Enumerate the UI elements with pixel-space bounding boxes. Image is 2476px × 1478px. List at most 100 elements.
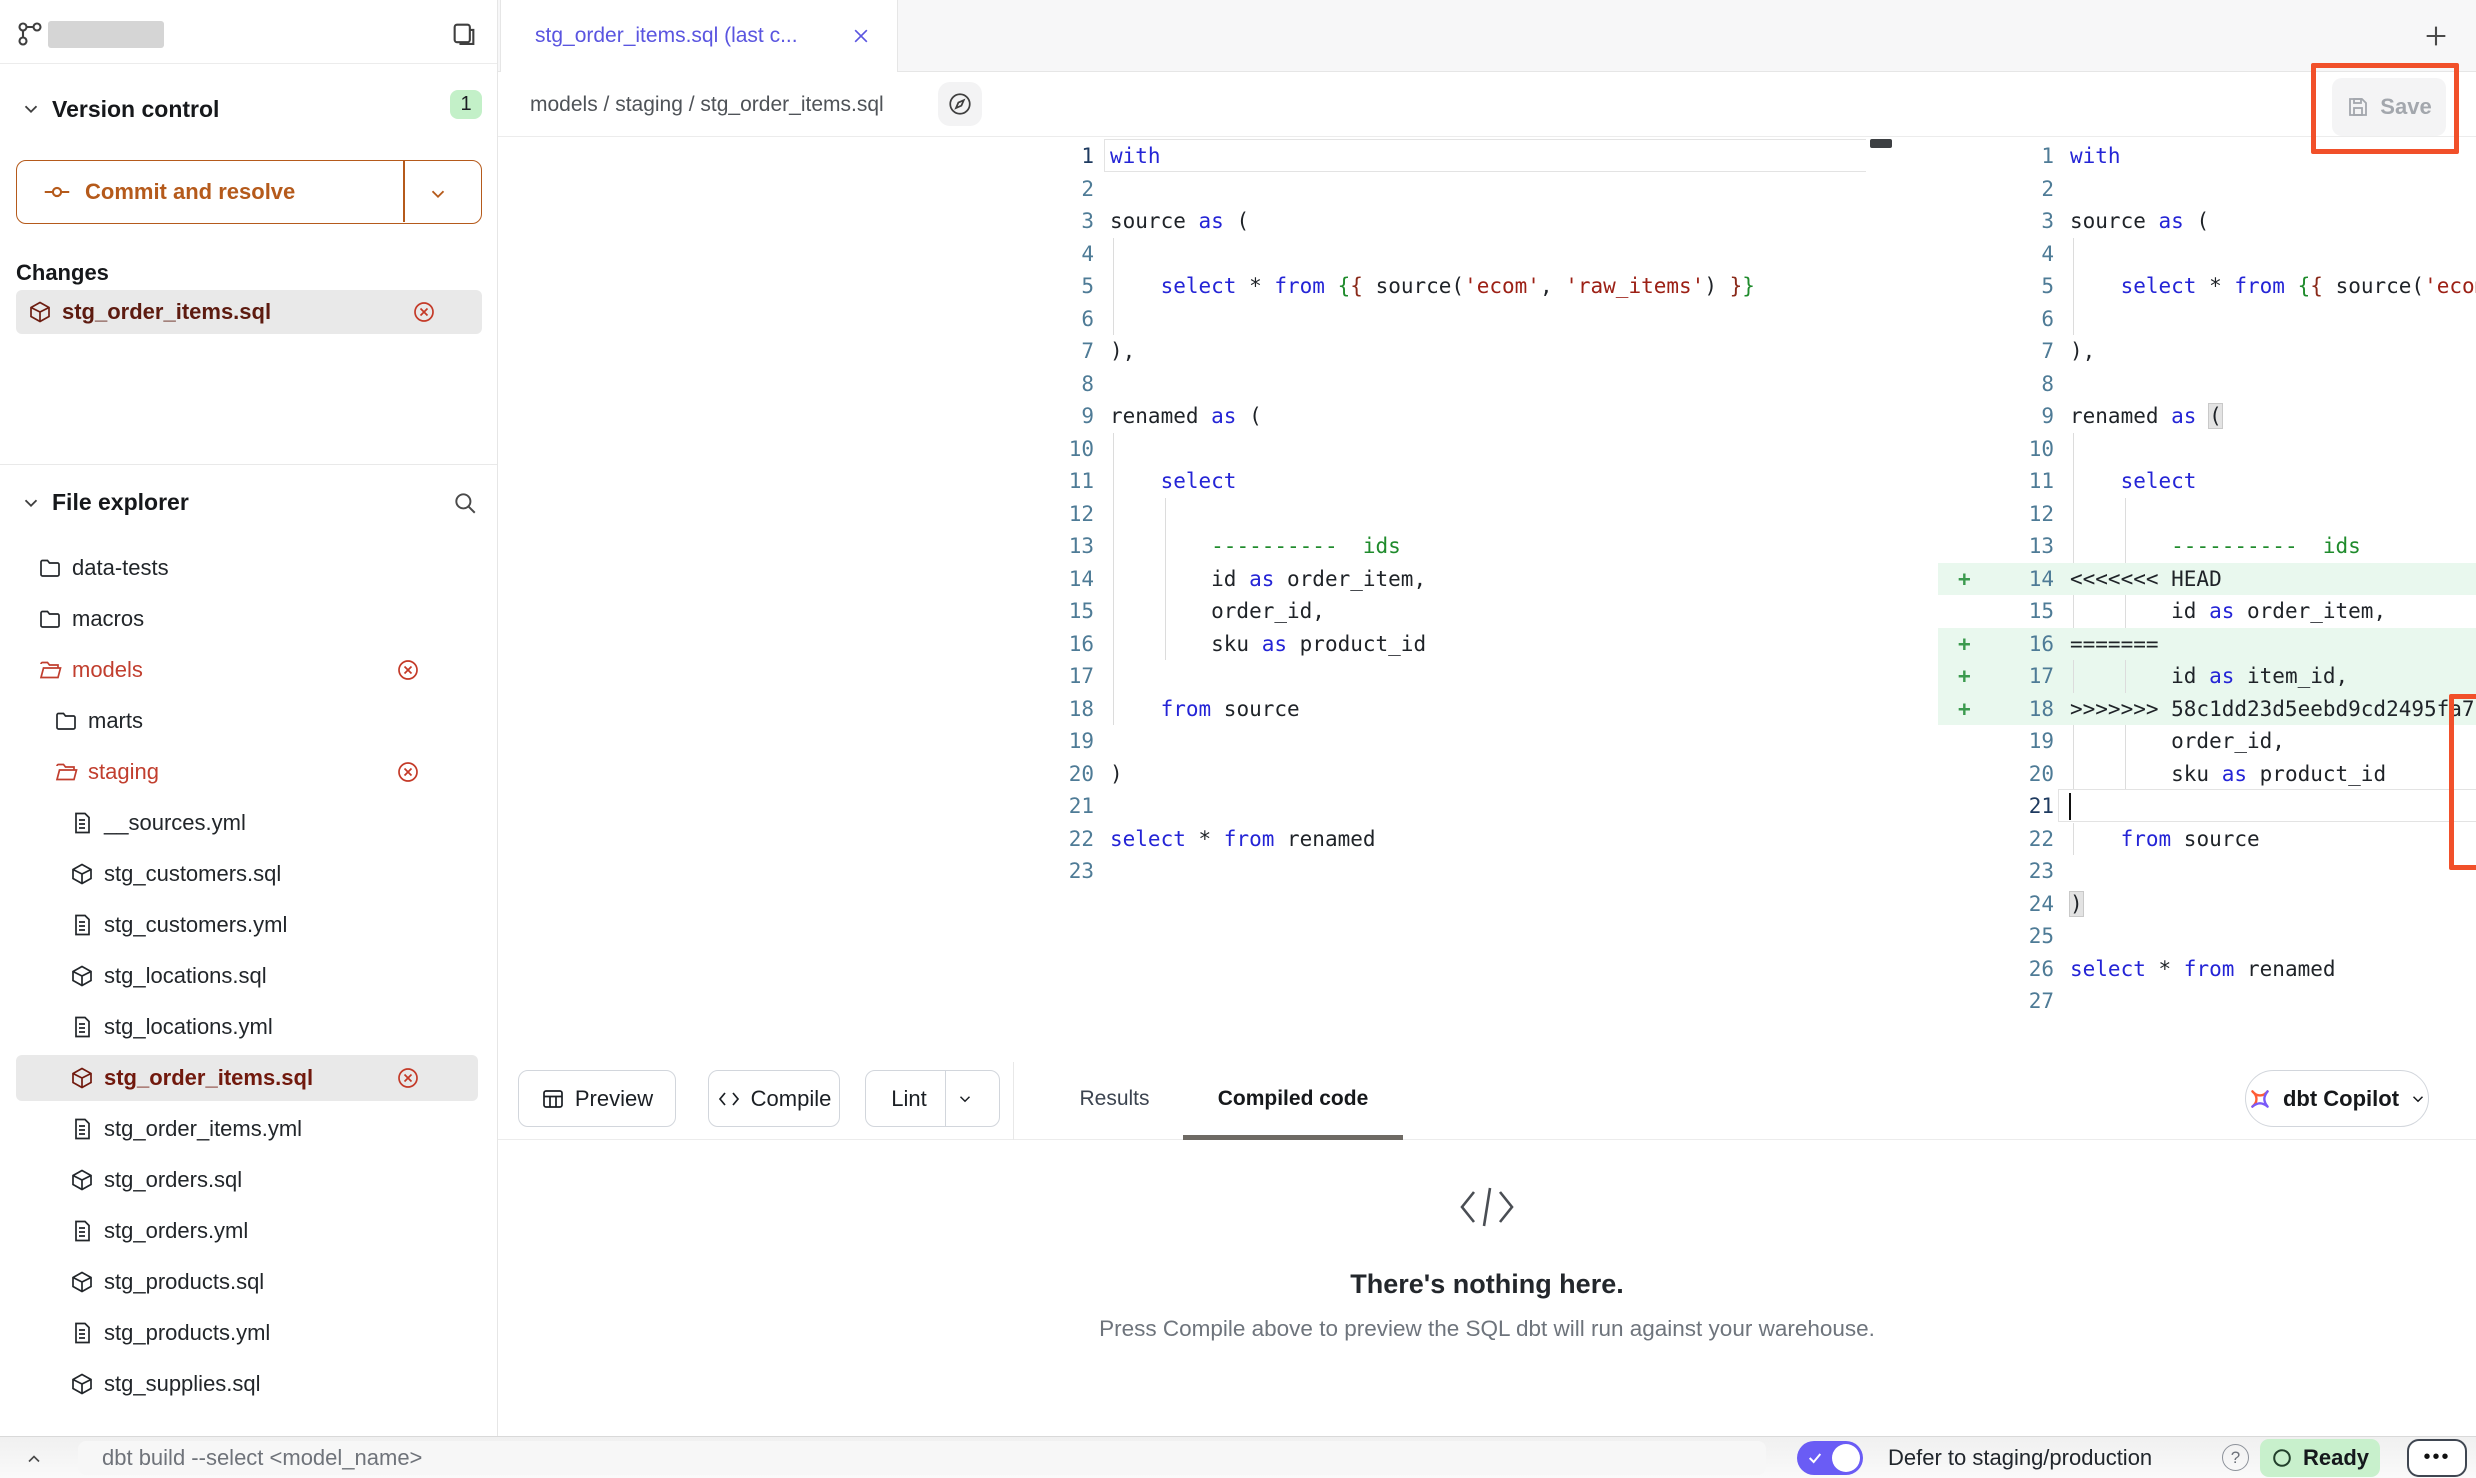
file-explorer-item-models[interactable]: models bbox=[0, 645, 497, 696]
code-line-19[interactable]: 19 order_id, bbox=[1938, 725, 2476, 758]
code-line-25[interactable]: 25 bbox=[1938, 920, 2476, 953]
file-explorer-item-stg_orders.sql[interactable]: stg_orders.sql bbox=[0, 1155, 497, 1206]
lint-dropdown-chevron-icon[interactable] bbox=[956, 1090, 974, 1108]
file-explorer-item-macros[interactable]: macros bbox=[0, 594, 497, 645]
file-explorer-item-staging[interactable]: staging bbox=[0, 747, 497, 798]
commit-and-resolve-button[interactable]: Commit and resolve bbox=[16, 160, 482, 224]
code-line-18[interactable]: +18>>>>>>> 58c1dd23d5eebd9cd2495fa7124ab… bbox=[1938, 693, 2476, 726]
code-line-4[interactable]: 4 bbox=[1938, 238, 2476, 271]
command-input[interactable]: dbt build --select <model_name> bbox=[78, 1441, 1766, 1475]
code-line-8[interactable]: 8 bbox=[1938, 368, 2476, 401]
defer-toggle[interactable] bbox=[1797, 1441, 1863, 1475]
code-line-11[interactable]: 11 select bbox=[1938, 465, 2476, 498]
tab-compiled-code[interactable]: Compiled code bbox=[1183, 1062, 1403, 1135]
file-explorer-item-stg_products.sql[interactable]: stg_products.sql bbox=[0, 1257, 497, 1308]
code-line-4[interactable]: 4 bbox=[1028, 238, 1888, 271]
code-line-14[interactable]: +14<<<<<<< HEAD bbox=[1938, 563, 2476, 596]
lineage-chip[interactable] bbox=[938, 82, 982, 126]
code-line-15[interactable]: 15 id as order_item, bbox=[1938, 595, 2476, 628]
code-line-10[interactable]: 10 bbox=[1938, 433, 2476, 466]
file-explorer-item-marts[interactable]: marts bbox=[0, 696, 497, 747]
code-line-19[interactable]: 19 bbox=[1028, 725, 1888, 758]
code-line-8[interactable]: 8 bbox=[1028, 368, 1888, 401]
code-line-3[interactable]: 3source as ( bbox=[1938, 205, 2476, 238]
code-line-7[interactable]: 7), bbox=[1938, 335, 2476, 368]
discard-change-icon[interactable] bbox=[396, 658, 420, 682]
code-line-5[interactable]: 5 select * from {{ source('ecom', 'raw_i… bbox=[1028, 270, 1888, 303]
file-explorer-item-stg_products.yml[interactable]: stg_products.yml bbox=[0, 1308, 497, 1359]
new-tab-icon[interactable] bbox=[2422, 22, 2450, 50]
file-explorer-item-stg_customers.sql[interactable]: stg_customers.sql bbox=[0, 849, 497, 900]
version-control-chevron-icon[interactable] bbox=[20, 98, 42, 120]
code-line-16[interactable]: +16======= bbox=[1938, 628, 2476, 661]
left-pane-scrollbar-thumb[interactable] bbox=[1870, 139, 1892, 148]
code-line-9[interactable]: 9renamed as ( bbox=[1028, 400, 1888, 433]
code-line-1[interactable]: 1with bbox=[1938, 140, 2476, 173]
file-explorer-item-stg_order_items.sql[interactable]: stg_order_items.sql bbox=[0, 1053, 497, 1104]
code-line-21[interactable]: 21 bbox=[1938, 790, 2476, 823]
code-line-10[interactable]: 10 bbox=[1028, 433, 1888, 466]
file-explorer-chevron-icon[interactable] bbox=[20, 492, 42, 514]
code-line-2[interactable]: 2 bbox=[1028, 173, 1888, 206]
code-line-24[interactable]: 24) bbox=[1938, 888, 2476, 921]
code-line-7[interactable]: 7), bbox=[1028, 335, 1888, 368]
editor-pane-right[interactable]: 1with23source as (45 select * from {{ so… bbox=[1938, 140, 2476, 1018]
discard-change-icon[interactable] bbox=[412, 300, 436, 324]
code-line-18[interactable]: 18 from source bbox=[1028, 693, 1888, 726]
code-line-22[interactable]: 22 from source bbox=[1938, 823, 2476, 856]
code-line-11[interactable]: 11 select bbox=[1028, 465, 1888, 498]
file-explorer-item-stg_supplies.sql[interactable]: stg_supplies.sql bbox=[0, 1359, 497, 1410]
file-explorer-item-stg_order_items.yml[interactable]: stg_order_items.yml bbox=[0, 1104, 497, 1155]
code-line-21[interactable]: 21 bbox=[1028, 790, 1888, 823]
file-explorer-item-stg_locations.yml[interactable]: stg_locations.yml bbox=[0, 1002, 497, 1053]
code-line-16[interactable]: 16 sku as product_id bbox=[1028, 628, 1888, 661]
code-line-27[interactable]: 27 bbox=[1938, 985, 2476, 1018]
file-explorer-item-stg_orders.yml[interactable]: stg_orders.yml bbox=[0, 1206, 497, 1257]
code-line-23[interactable]: 23 bbox=[1028, 855, 1888, 888]
code-line-3[interactable]: 3source as ( bbox=[1028, 205, 1888, 238]
discard-change-icon[interactable] bbox=[396, 1066, 420, 1090]
branch-icon[interactable] bbox=[16, 20, 44, 48]
code-line-6[interactable]: 6 bbox=[1938, 303, 2476, 336]
code-line-12[interactable]: 12 bbox=[1028, 498, 1888, 531]
chevron-up-icon[interactable] bbox=[24, 1449, 44, 1469]
code-line-5[interactable]: 5 select * from {{ source('ecom', 'raw_i… bbox=[1938, 270, 2476, 303]
dbt-copilot-button[interactable]: dbt Copilot bbox=[2245, 1070, 2429, 1127]
code-line-26[interactable]: 26select * from renamed bbox=[1938, 953, 2476, 986]
changed-file-row[interactable]: stg_order_items.sql bbox=[16, 290, 482, 334]
code-line-20[interactable]: 20 sku as product_id bbox=[1938, 758, 2476, 791]
code-line-23[interactable]: 23 bbox=[1938, 855, 2476, 888]
discard-change-icon[interactable] bbox=[396, 760, 420, 784]
file-explorer-item-stg_locations.sql[interactable]: stg_locations.sql bbox=[0, 951, 497, 1002]
more-options-button[interactable]: ••• bbox=[2407, 1439, 2467, 1477]
tab-results[interactable]: Results bbox=[1072, 1062, 1157, 1135]
code-line-12[interactable]: 12 bbox=[1938, 498, 2476, 531]
commit-dropdown-chevron-icon[interactable] bbox=[427, 183, 449, 205]
code-line-13[interactable]: 13 ---------- ids bbox=[1938, 530, 2476, 563]
code-line-2[interactable]: 2 bbox=[1938, 173, 2476, 206]
code-line-14[interactable]: 14 id as order_item, bbox=[1028, 563, 1888, 596]
lint-button[interactable]: Lint bbox=[865, 1070, 1000, 1127]
save-button[interactable]: Save bbox=[2332, 78, 2446, 136]
code-line-22[interactable]: 22select * from renamed bbox=[1028, 823, 1888, 856]
code-line-20[interactable]: 20) bbox=[1028, 758, 1888, 791]
help-icon[interactable]: ? bbox=[2222, 1444, 2249, 1471]
copy-icon[interactable] bbox=[450, 20, 478, 48]
code-line-9[interactable]: 9renamed as ( bbox=[1938, 400, 2476, 433]
code-line-1[interactable]: 1with bbox=[1028, 140, 1888, 173]
tab-stg-order-items[interactable]: stg_order_items.sql (last c... bbox=[500, 0, 898, 73]
code-line-17[interactable]: +17 id as item_id, bbox=[1938, 660, 2476, 693]
tab-close-icon[interactable] bbox=[851, 26, 871, 46]
file-explorer-item-data-tests[interactable]: data-tests bbox=[0, 543, 497, 594]
code-line-13[interactable]: 13 ---------- ids bbox=[1028, 530, 1888, 563]
model-icon bbox=[70, 1168, 94, 1192]
file-explorer-item-stg_customers.yml[interactable]: stg_customers.yml bbox=[0, 900, 497, 951]
code-line-6[interactable]: 6 bbox=[1028, 303, 1888, 336]
file-explorer-item-__sources.yml[interactable]: __sources.yml bbox=[0, 798, 497, 849]
search-icon[interactable] bbox=[452, 490, 478, 516]
code-line-15[interactable]: 15 order_id, bbox=[1028, 595, 1888, 628]
code-line-17[interactable]: 17 bbox=[1028, 660, 1888, 693]
compile-button[interactable]: Compile bbox=[708, 1070, 840, 1127]
preview-button[interactable]: Preview bbox=[518, 1070, 676, 1127]
editor-pane-left[interactable]: 1with23source as (45 select * from {{ so… bbox=[1028, 140, 1888, 888]
